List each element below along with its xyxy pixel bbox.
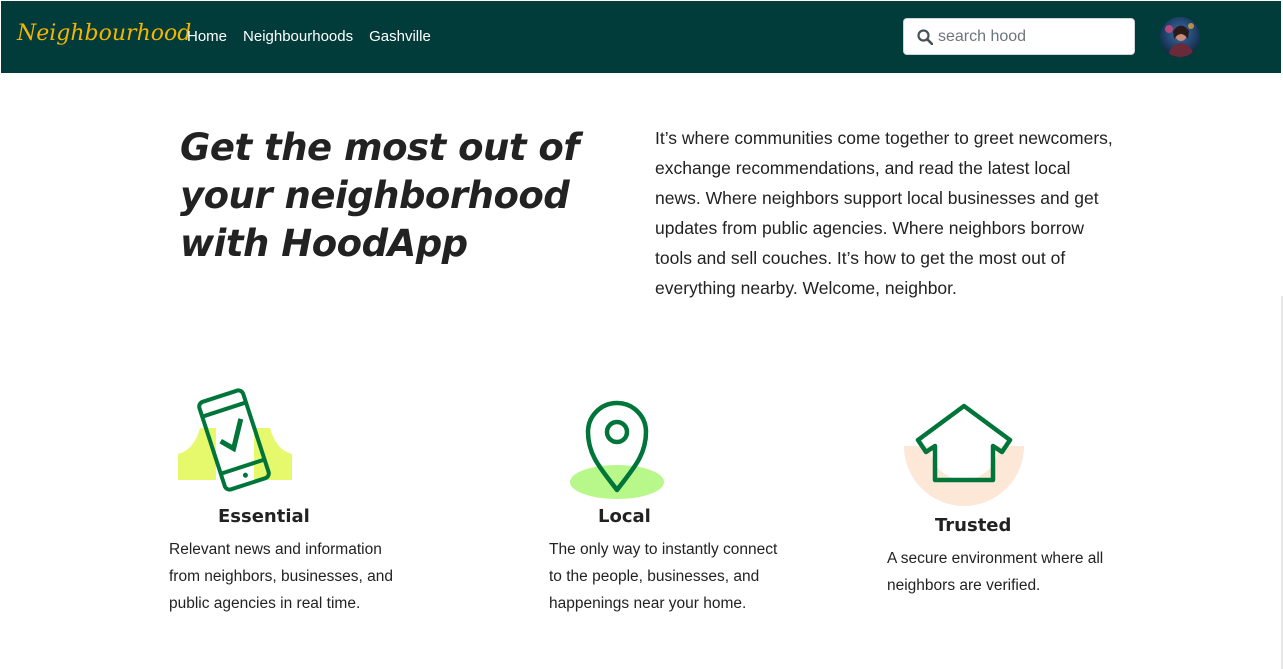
house-icon [904, 403, 1024, 506]
feature-title-trusted: Trusted [935, 515, 1012, 536]
search-box[interactable] [903, 18, 1135, 55]
feature-title-essential: Essential [218, 506, 310, 527]
search-input[interactable] [938, 25, 1128, 49]
avatar-image [1160, 17, 1200, 57]
nav-links: Home Neighbourhoods Gashville [187, 27, 431, 47]
user-avatar[interactable] [1160, 17, 1200, 57]
top-navbar: Neighbourhood Home Neighbourhoods Gashvi… [1, 1, 1281, 73]
location-pin-icon [570, 400, 664, 499]
nav-link-gashville[interactable]: Gashville [369, 27, 431, 47]
hero-title: Get the most out of your neighborhood wi… [180, 126, 579, 265]
nav-link-home[interactable]: Home [187, 27, 227, 47]
brand-logo[interactable]: Neighbourhood [17, 19, 191, 49]
nav-link-neighbourhoods[interactable]: Neighbourhoods [243, 27, 353, 47]
feature-title-local: Local [598, 506, 651, 527]
search-icon [917, 29, 933, 45]
hero-description: It’s where communities come together to … [655, 128, 1113, 298]
feature-text-local: The only way to instantly connect to the… [549, 541, 778, 612]
feature-text-trusted: A secure environment where all neighbors… [887, 550, 1104, 594]
feature-text-essential: Relevant news and information from neigh… [169, 541, 394, 612]
phone-check-icon [178, 388, 292, 492]
